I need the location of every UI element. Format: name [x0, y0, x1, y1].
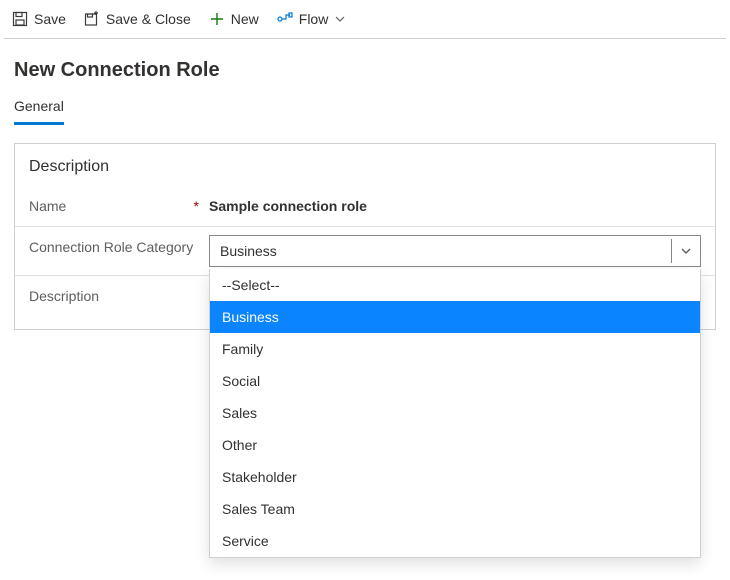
- category-option-service[interactable]: Service: [210, 525, 700, 557]
- form-row-name: Name * Sample connection role: [15, 186, 715, 227]
- category-label: Connection Role Category: [29, 235, 209, 255]
- command-bar: Save Save & Close New Flow: [0, 0, 730, 38]
- required-mark: *: [194, 198, 199, 214]
- new-button[interactable]: New: [209, 11, 259, 27]
- name-input[interactable]: Sample connection role: [209, 194, 701, 218]
- category-option-sales-team[interactable]: Sales Team: [210, 493, 700, 525]
- category-select-value: Business: [220, 243, 277, 259]
- category-option-family[interactable]: Family: [210, 333, 700, 365]
- form-row-category: Connection Role Category Business --Sele…: [15, 227, 715, 275]
- category-dropdown: --Select-- Business Family Social Sales …: [209, 269, 701, 558]
- flow-label: Flow: [299, 11, 329, 27]
- chevron-down-icon: [334, 13, 346, 25]
- tabs: General: [0, 92, 730, 125]
- category-option-sales[interactable]: Sales: [210, 397, 700, 429]
- category-select[interactable]: Business: [209, 235, 701, 267]
- category-option-stakeholder[interactable]: Stakeholder: [210, 461, 700, 493]
- save-label: Save: [34, 11, 66, 27]
- description-label: Description: [29, 284, 209, 304]
- flow-button[interactable]: Flow: [277, 11, 347, 27]
- category-option-business[interactable]: Business: [210, 301, 700, 333]
- category-option-social[interactable]: Social: [210, 365, 700, 397]
- category-option-other[interactable]: Other: [210, 429, 700, 461]
- chevron-down-icon: [680, 245, 692, 257]
- plus-icon: [209, 11, 225, 27]
- name-label: Name: [29, 198, 66, 214]
- page-title: New Connection Role: [0, 39, 730, 92]
- tab-general[interactable]: General: [14, 92, 64, 125]
- new-label: New: [231, 11, 259, 27]
- save-close-icon: [84, 11, 100, 27]
- name-label-cell: Name *: [29, 194, 209, 214]
- save-close-label: Save & Close: [106, 11, 191, 27]
- save-icon: [12, 11, 28, 27]
- section-title: Description: [15, 156, 715, 186]
- category-option-select[interactable]: --Select--: [210, 269, 700, 301]
- flow-icon: [277, 11, 293, 27]
- save-button[interactable]: Save: [12, 11, 66, 27]
- save-close-button[interactable]: Save & Close: [84, 11, 191, 27]
- description-section: Description Name * Sample connection rol…: [14, 143, 716, 330]
